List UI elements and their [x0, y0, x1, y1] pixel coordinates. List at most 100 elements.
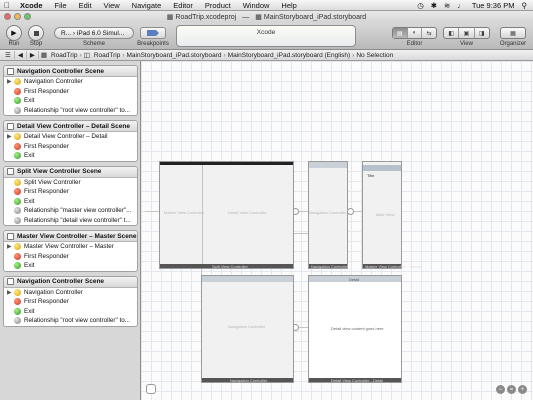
- menu-xcode[interactable]: Xcode: [14, 1, 49, 10]
- navigation-bar: [202, 276, 293, 282]
- organizer-icon[interactable]: ▦: [501, 28, 525, 38]
- debug-area-toggle-icon[interactable]: ▣: [459, 28, 475, 38]
- outline-row[interactable]: Split View Controller: [4, 178, 137, 188]
- first-responder-icon: [14, 87, 21, 95]
- breakpoints-button[interactable]: [140, 27, 166, 39]
- view-label: View: [460, 41, 473, 47]
- scene-header[interactable]: Master View Controller – Master Scene: [4, 231, 137, 242]
- outline-row[interactable]: Exit: [4, 307, 137, 317]
- menu-help[interactable]: Help: [275, 1, 302, 10]
- outline-row[interactable]: Exit: [4, 96, 137, 106]
- menu-editor[interactable]: Editor: [167, 1, 199, 10]
- view-controller-icon: [14, 288, 21, 296]
- scene-header[interactable]: Navigation Controller Scene: [4, 276, 137, 288]
- wifi-icon[interactable]: ≋: [444, 1, 450, 10]
- scheme-selector[interactable]: R... › iPad 6.0 Simul...: [54, 27, 134, 39]
- scene-icon: [7, 67, 14, 75]
- menu-window[interactable]: Window: [237, 1, 276, 10]
- outline-toggle-button[interactable]: [146, 384, 156, 394]
- menu-edit[interactable]: Edit: [73, 1, 98, 10]
- back-button[interactable]: ◀: [15, 51, 27, 59]
- folder-icon: ◫: [83, 52, 90, 59]
- detail-body-label: Detail view content goes here: [331, 326, 384, 331]
- exit-icon: [14, 262, 21, 270]
- detail-view-controller-frame[interactable]: Detail Detail view content goes here Det…: [308, 275, 402, 383]
- segue-connector-icon[interactable]: [347, 208, 354, 215]
- menu-view[interactable]: View: [98, 1, 126, 10]
- outline-row[interactable]: ▶ Navigation Controller: [4, 77, 137, 87]
- outline-row[interactable]: First Responder: [4, 142, 137, 152]
- disclosure-triangle-icon[interactable]: ▶: [7, 78, 14, 85]
- menu-clock[interactable]: Tue 9:36 PM: [472, 1, 515, 10]
- scene-navigation-controller-2: Navigation Controller Scene ▶ Navigation …: [3, 275, 138, 327]
- row-label: Split View Controller: [24, 178, 81, 186]
- row-label: First Responder: [24, 142, 69, 150]
- related-items-icon[interactable]: ☰: [2, 51, 15, 59]
- outline-row[interactable]: First Responder: [4, 252, 137, 262]
- scene-header[interactable]: Detail View Controller – Detail Scene: [4, 121, 137, 132]
- split-view-controller-frame[interactable]: Master View Controller Detail View Contr…: [159, 161, 294, 269]
- stop-button[interactable]: [28, 25, 44, 41]
- outline-row[interactable]: Exit: [4, 261, 137, 271]
- outline-row[interactable]: ▶ Master View Controller – Master: [4, 242, 137, 252]
- outline-row[interactable]: ▶ Detail View Controller – Detail: [4, 132, 137, 142]
- outline-row[interactable]: Relationship "detail view controller" t.…: [4, 216, 137, 226]
- outline-row[interactable]: ▶ Navigation Controller: [4, 288, 137, 298]
- menu-file[interactable]: File: [49, 1, 73, 10]
- outline-row[interactable]: First Responder: [4, 187, 137, 197]
- navigator-toggle-icon[interactable]: ◧: [444, 28, 460, 38]
- scene-navigation-controller-1: Navigation Controller Scene ▶ Navigation …: [3, 65, 138, 116]
- menu-product[interactable]: Product: [199, 1, 237, 10]
- master-view-controller-frame[interactable]: Title Table View Master View Controller …: [362, 161, 421, 269]
- outline-row[interactable]: Relationship "root view controller" to..…: [4, 106, 137, 116]
- close-window-icon[interactable]: [4, 13, 11, 20]
- spotlight-icon[interactable]: ⚲: [522, 1, 528, 10]
- organizer-button[interactable]: ▦: [500, 27, 526, 39]
- view-controller-icon: [14, 178, 21, 186]
- bluetooth-icon[interactable]: ✱: [431, 1, 437, 10]
- scene-header[interactable]: Navigation Controller Scene: [4, 66, 137, 77]
- breakpoints-label: Breakpoints: [137, 41, 169, 47]
- disclosure-triangle-icon[interactable]: ▶: [7, 243, 14, 250]
- zoom-out-icon[interactable]: −: [496, 385, 505, 394]
- run-button[interactable]: ▶: [6, 25, 22, 41]
- utilities-toggle-icon[interactable]: ◨: [475, 28, 489, 38]
- row-label: Relationship "detail view controller" t.…: [24, 216, 131, 224]
- zoom-in-icon[interactable]: +: [518, 385, 527, 394]
- version-editor-icon[interactable]: ⇆: [422, 28, 436, 38]
- outline-row[interactable]: Relationship "master view controller"...: [4, 206, 137, 216]
- storyboard-canvas[interactable]: Master View Controller Detail View Contr…: [141, 61, 533, 400]
- breadcrumb-group[interactable]: RoadTrip: [92, 52, 123, 59]
- zoom-actual-size-icon[interactable]: =: [507, 385, 516, 394]
- standard-editor-icon[interactable]: ▤: [393, 28, 408, 38]
- outline-row[interactable]: Exit: [4, 151, 137, 161]
- scene-title: Master View Controller – Master Scene: [17, 232, 137, 240]
- navigation-controller-frame[interactable]: Navigation Controller Navigation Control…: [308, 161, 348, 269]
- breadcrumb-selection[interactable]: No Selection: [354, 52, 395, 59]
- outline-row[interactable]: Exit: [4, 197, 137, 207]
- scene-split-view-controller: Split View Controller Scene Split View C…: [3, 165, 138, 226]
- navigation-bar: [363, 165, 401, 171]
- assistant-editor-icon[interactable]: ◐: [408, 28, 423, 38]
- exit-icon: [14, 307, 21, 315]
- disclosure-triangle-icon[interactable]: ▶: [7, 133, 14, 140]
- outline-row[interactable]: Relationship "root view controller" to..…: [4, 316, 137, 326]
- minimize-window-icon[interactable]: [14, 13, 21, 20]
- forward-button[interactable]: ▶: [27, 51, 39, 59]
- navigation-controller-frame[interactable]: Navigation Controller Navigation Control…: [201, 275, 294, 383]
- scene-header[interactable]: Split View Controller Scene: [4, 166, 137, 178]
- zoom-window-icon[interactable]: [24, 13, 31, 20]
- outline-row[interactable]: First Responder: [4, 87, 137, 97]
- view-control[interactable]: ◧ ▣ ◨: [443, 27, 490, 39]
- breadcrumb-storyboard[interactable]: MainStoryboard_iPad.storyboard: [124, 52, 223, 59]
- menu-navigate[interactable]: Navigate: [126, 1, 168, 10]
- time-machine-icon[interactable]: ◷: [417, 1, 424, 10]
- breadcrumb-project[interactable]: RoadTrip: [49, 52, 80, 59]
- outline-row[interactable]: First Responder: [4, 297, 137, 307]
- first-responder-icon: [14, 298, 21, 306]
- apple-menu-icon[interactable]: : [0, 1, 14, 10]
- breadcrumb-storyboard-english[interactable]: MainStoryboard_iPad.storyboard (English): [226, 52, 352, 59]
- editor-mode-control[interactable]: ▤ ◐ ⇆: [392, 27, 437, 39]
- disclosure-triangle-icon[interactable]: ▶: [7, 289, 14, 296]
- volume-icon[interactable]: ♩: [457, 1, 465, 10]
